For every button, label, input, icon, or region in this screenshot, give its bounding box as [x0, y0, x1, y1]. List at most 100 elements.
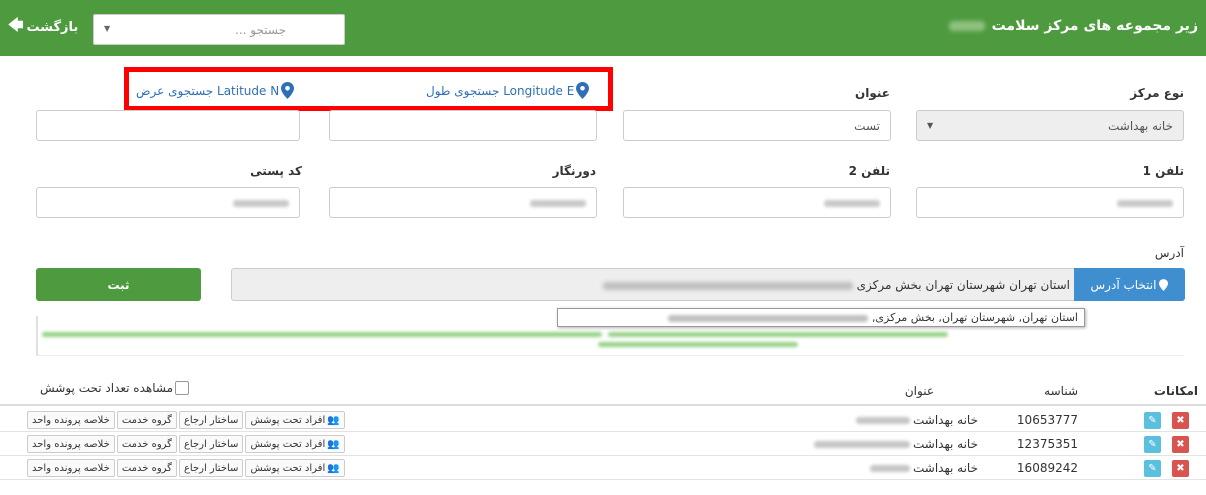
edit-icon[interactable]: ✎ [1144, 460, 1161, 477]
row-title-text: خانه بهداشت [912, 413, 978, 427]
table-header: امکانات شناسه عنوان مشاهده تعداد تحت پوش… [0, 372, 1206, 406]
file-summary-button[interactable]: خلاصه پرونده واحد [27, 459, 115, 477]
center-type-label: نوع مرکز [1130, 86, 1184, 100]
page-title-text: زیر مجموعه های مرکز سلامت [991, 18, 1198, 34]
select-address-label: انتخاب آدرس [1090, 277, 1157, 292]
service-group-button[interactable]: گروه خدمت [116, 411, 177, 429]
select-address-button[interactable]: انتخاب آدرس [1074, 268, 1185, 301]
table-row: ✖ ✎ 16089242 خانه بهداشت خلاصه پرونده وا… [0, 456, 1206, 480]
covered-people-label: افراد تحت پوشش [250, 462, 326, 474]
service-group-button[interactable]: گروه خدمت [116, 459, 177, 477]
actions-header: امکانات [1153, 384, 1198, 398]
users-icon: 👥 [327, 462, 340, 474]
fax-label: دورنگار [552, 164, 596, 178]
title-header: عنوان [904, 384, 934, 398]
row-button-group: خلاصه پرونده واحد گروه خدمت ساختار ارجاع… [27, 435, 345, 453]
header-bar: زیر مجموعه های مرکز سلامت ▼ جستجو ... با… [0, 0, 1206, 56]
longitude-field[interactable] [329, 110, 597, 141]
referral-structure-button[interactable]: ساختار ارجاع [178, 411, 244, 429]
postal-code-field[interactable] [36, 187, 300, 218]
address-input[interactable]: استان تهران شهرستان تهران بخش مرکزی [231, 268, 1074, 301]
phone2-field[interactable] [623, 187, 891, 218]
page-title: زیر مجموعه های مرکز سلامت [948, 18, 1198, 34]
row-title: خانه بهداشت [855, 413, 978, 427]
address-group: استان تهران شهرستان تهران بخش مرکزی انتخ… [231, 268, 1185, 301]
phone1-field[interactable] [916, 187, 1184, 218]
id-header: شناسه [1044, 384, 1078, 398]
covered-people-label: افراد تحت پوشش [250, 438, 326, 450]
table-row: ✖ ✎ 10653777 خانه بهداشت خلاصه پرونده وا… [0, 408, 1206, 432]
center-type-value: خانه بهداشت [1107, 119, 1173, 133]
redacted-value [530, 200, 586, 207]
latitude-field[interactable] [36, 110, 300, 141]
tooltip-text: استان تهران, شهرستان تهران, بخش مرکزی, [871, 311, 1078, 324]
service-group-button[interactable]: گروه خدمت [116, 435, 177, 453]
covered-people-label: افراد تحت پوشش [250, 414, 326, 426]
latitude-search-link[interactable]: جستجوی عرض Latitude N [136, 82, 295, 99]
title-field[interactable]: تست [623, 110, 891, 141]
title-value: تست [854, 119, 880, 133]
show-covered-toggle[interactable]: مشاهده تعداد تحت پوشش [40, 381, 190, 395]
back-button[interactable]: بازگشت 🡄 [8, 15, 78, 40]
fax-field[interactable] [329, 187, 597, 218]
row-id: 12375351 [1016, 437, 1078, 451]
delete-icon[interactable]: ✖ [1172, 460, 1189, 477]
redacted-text [608, 332, 948, 337]
referral-structure-button[interactable]: ساختار ارجاع [178, 459, 244, 477]
address-label: آدرس [1154, 246, 1184, 260]
redacted-text [602, 281, 853, 290]
search-placeholder: جستجو ... [235, 23, 286, 37]
address-value-text: استان تهران شهرستان تهران بخش مرکزی [856, 278, 1070, 292]
center-type-select[interactable]: خانه بهداشت ▼ [916, 110, 1184, 141]
row-button-group: خلاصه پرونده واحد گروه خدمت ساختار ارجاع… [27, 459, 345, 477]
edit-icon[interactable]: ✎ [1144, 412, 1161, 429]
row-title: خانه بهداشت [869, 461, 978, 475]
chevron-down-icon: ▼ [104, 24, 111, 33]
redacted-text [813, 441, 910, 448]
map-pin-icon [576, 82, 590, 99]
latitude-link-label: جستجوی عرض Latitude N [136, 83, 280, 98]
longitude-link-label: جستجوی طول Longitude E [426, 83, 575, 98]
users-icon: 👥 [327, 414, 340, 426]
redacted-text [855, 417, 910, 424]
referral-structure-button[interactable]: ساختار ارجاع [178, 435, 244, 453]
postal-code-label: کد پستی [250, 164, 302, 178]
covered-people-button[interactable]: 👥 افراد تحت پوشش [245, 411, 345, 429]
submit-button[interactable]: ثبت [36, 268, 201, 301]
address-value: استان تهران شهرستان تهران بخش مرکزی [602, 278, 1070, 292]
row-id: 16089242 [1016, 461, 1078, 475]
show-covered-label: مشاهده تعداد تحت پوشش [40, 381, 174, 395]
map-pin-icon [1159, 278, 1169, 291]
search-input[interactable]: ▼ جستجو ... [93, 14, 345, 45]
row-id: 10653777 [1016, 413, 1078, 427]
address-tooltip: استان تهران, شهرستان تهران, بخش مرکزی, [557, 308, 1085, 327]
row-button-group: خلاصه پرونده واحد گروه خدمت ساختار ارجاع… [27, 411, 345, 429]
covered-people-button[interactable]: 👥 افراد تحت پوشش [245, 435, 345, 453]
arrow-left-icon: 🡄 [8, 16, 24, 34]
table-row: ✖ ✎ 12375351 خانه بهداشت خلاصه پرونده وا… [0, 432, 1206, 456]
row-title-text: خانه بهداشت [912, 461, 978, 475]
row-title: خانه بهداشت [813, 437, 978, 451]
redacted-text [598, 342, 798, 347]
show-covered-checkbox[interactable] [175, 381, 190, 395]
redacted-text [668, 314, 869, 322]
file-summary-button[interactable]: خلاصه پرونده واحد [27, 435, 115, 453]
longitude-search-link[interactable]: جستجوی طول Longitude E [426, 82, 590, 99]
file-summary-button[interactable]: خلاصه پرونده واحد [27, 411, 115, 429]
delete-icon[interactable]: ✖ [1172, 436, 1189, 453]
redacted-value [1117, 200, 1173, 207]
back-label: بازگشت [26, 20, 79, 35]
users-icon: 👥 [327, 438, 340, 450]
delete-icon[interactable]: ✖ [1172, 412, 1189, 429]
row-title-text: خانه بهداشت [912, 437, 978, 451]
redacted-value [233, 200, 289, 207]
redacted-text [948, 21, 985, 31]
map-pin-icon [281, 82, 295, 99]
covered-people-button[interactable]: 👥 افراد تحت پوشش [245, 459, 345, 477]
title-label: عنوان [855, 86, 890, 100]
redacted-text [42, 332, 602, 337]
redacted-text [869, 465, 910, 472]
edit-icon[interactable]: ✎ [1144, 436, 1161, 453]
chevron-down-icon: ▼ [927, 121, 934, 130]
phone1-label: تلفن 1 [1142, 164, 1184, 178]
